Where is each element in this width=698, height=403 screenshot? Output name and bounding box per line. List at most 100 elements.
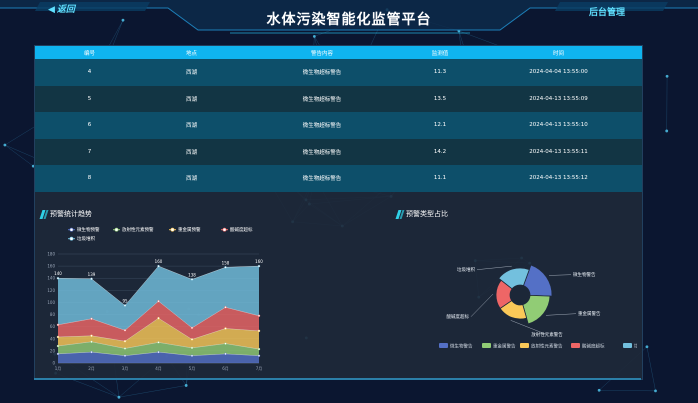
legend-swatch xyxy=(439,343,448,348)
table-cell: 微生物超标警告 xyxy=(239,138,405,165)
type-rose-pie-chart: 微生物警告重金属警告放射性元素警告酸碱度超标垃圾堆积微生物警告 重金属警告 放射性元… xyxy=(439,264,637,349)
table-cell: 微生物超标警告 xyxy=(239,85,405,112)
legend-label: 放射性元素警告 xyxy=(531,342,563,349)
data-point xyxy=(90,334,93,337)
pie-title: 预警类型占比 xyxy=(406,210,448,218)
table-cell: 13.5 xyxy=(405,85,475,112)
table-cell: 2024-04-13 13:55:11 xyxy=(475,138,642,165)
panel-bottom-border xyxy=(34,378,641,380)
data-point xyxy=(257,354,261,357)
legend-marker xyxy=(114,227,119,232)
table-cell: 11.3 xyxy=(405,59,475,86)
pie-label: 重金属警告 xyxy=(578,310,601,317)
data-point xyxy=(224,306,227,309)
network-line xyxy=(118,385,187,398)
column-header: 地点 xyxy=(144,46,239,59)
column-header: 监测值 xyxy=(405,46,475,59)
table-cell: 2024-04-13 13:55:10 xyxy=(475,112,642,139)
table-cell: 6 xyxy=(35,112,144,139)
legend-swatch xyxy=(623,343,632,348)
data-point xyxy=(90,350,93,354)
table-cell: 西湖 xyxy=(144,85,239,112)
y-tick-label: 60 xyxy=(50,324,56,329)
legend-marker xyxy=(170,227,175,232)
data-point xyxy=(123,304,127,307)
network-node xyxy=(654,389,657,393)
data-point xyxy=(257,347,261,351)
x-tick-label: 6月 xyxy=(222,366,229,371)
network-line xyxy=(646,346,656,391)
legend-label: 放射性元素预警 xyxy=(122,226,154,233)
data-point xyxy=(257,264,261,268)
y-tick-label: 160 xyxy=(47,264,55,269)
x-tick-label: 1月 xyxy=(55,366,62,371)
network-node xyxy=(3,143,7,147)
pie-label: 微生物警告 xyxy=(573,271,596,278)
pie-section-title: 预警类型占比 xyxy=(395,209,448,219)
column-header: 警告内容 xyxy=(239,46,405,59)
data-label: 95 xyxy=(122,298,128,303)
table-row[interactable]: 7 西湖 微生物超标警告 14.2 2024-04-13 13:55:11 xyxy=(35,138,642,165)
network-node xyxy=(665,129,669,133)
admin-button[interactable]: 后台管理 xyxy=(589,5,625,18)
data-label: 160 xyxy=(155,259,163,264)
pie-label: 放射性元素警告 xyxy=(531,331,563,338)
data-label: 160 xyxy=(255,259,263,264)
legend-swatch xyxy=(482,343,491,348)
table-cell: 11.1 xyxy=(405,165,475,192)
column-header: 时间 xyxy=(475,46,642,59)
network-node xyxy=(597,388,601,392)
pie-slice xyxy=(522,294,551,325)
table-row[interactable]: 5 西湖 微生物超标警告 13.5 2024-04-13 13:55:09 xyxy=(35,85,642,112)
network-node xyxy=(665,74,669,78)
table-row[interactable]: 8 西湖 微生物超标警告 11.1 2024-04-13 13:55:12 xyxy=(35,165,642,192)
x-tick-label: 3月 xyxy=(122,366,129,371)
network-node xyxy=(117,395,121,399)
data-label: 158 xyxy=(222,260,230,265)
x-tick-label: 7月 xyxy=(256,366,263,371)
y-tick-label: 40 xyxy=(50,336,56,341)
table-row[interactable]: 4 西湖 微生物超标警告 11.3 2024-04-04 13:55:00 xyxy=(35,59,642,86)
x-tick-label: 4月 xyxy=(155,366,162,371)
data-point xyxy=(190,326,194,330)
x-tick-label: 2月 xyxy=(88,366,95,371)
legend-label: 微生物警告 xyxy=(450,342,473,349)
data-point xyxy=(157,350,160,354)
data-point xyxy=(190,346,194,350)
table-cell: 2024-04-13 13:55:09 xyxy=(475,85,642,112)
data-label: 139 xyxy=(88,272,96,277)
column-header: 编号 xyxy=(35,46,144,59)
network-node xyxy=(184,384,188,387)
data-point xyxy=(224,327,227,330)
table-cell: 2024-04-13 13:55:12 xyxy=(475,165,642,192)
table-cell: 14.2 xyxy=(405,138,475,165)
legend-label: 重金属警告 xyxy=(493,342,516,349)
legend-label: 微生物预警 xyxy=(77,226,100,233)
data-point xyxy=(257,314,261,317)
table-cell: 西湖 xyxy=(144,59,239,86)
table-cell: 微生物超标警告 xyxy=(239,165,405,192)
y-tick-label: 180 xyxy=(47,252,55,257)
label-leader-line xyxy=(470,293,494,317)
y-tick-label: 120 xyxy=(47,288,55,293)
legend-label: 酸碱度超标 xyxy=(230,226,253,233)
data-point xyxy=(90,340,93,344)
data-point xyxy=(190,338,194,341)
table-cell: 2024-04-04 13:55:00 xyxy=(475,59,642,86)
data-point xyxy=(90,317,93,320)
y-tick-label: 140 xyxy=(47,276,55,281)
data-point xyxy=(123,329,127,332)
table-header-row: 编号 地点 警告内容 监测值 时间 xyxy=(35,46,642,59)
legend-marker xyxy=(69,236,74,241)
table-cell: 5 xyxy=(35,85,144,112)
legend-label: 垃圾堆积 xyxy=(634,342,637,349)
network-node xyxy=(645,345,649,349)
table-row[interactable]: 6 西湖 微生物超标警告 12.1 2024-04-13 13:55:10 xyxy=(35,112,642,139)
label-leader-line xyxy=(476,265,512,270)
legend-swatch xyxy=(520,343,529,348)
table-cell: 4 xyxy=(35,59,144,86)
data-point xyxy=(190,278,194,281)
data-point xyxy=(56,352,60,356)
table-cell: 微生物超标警告 xyxy=(239,112,405,139)
trend-area-chart: 0 20 40 60 80 100 120 140 160 180 1月 2月 3月 4月 5月 6月 7月 14… xyxy=(47,226,263,371)
